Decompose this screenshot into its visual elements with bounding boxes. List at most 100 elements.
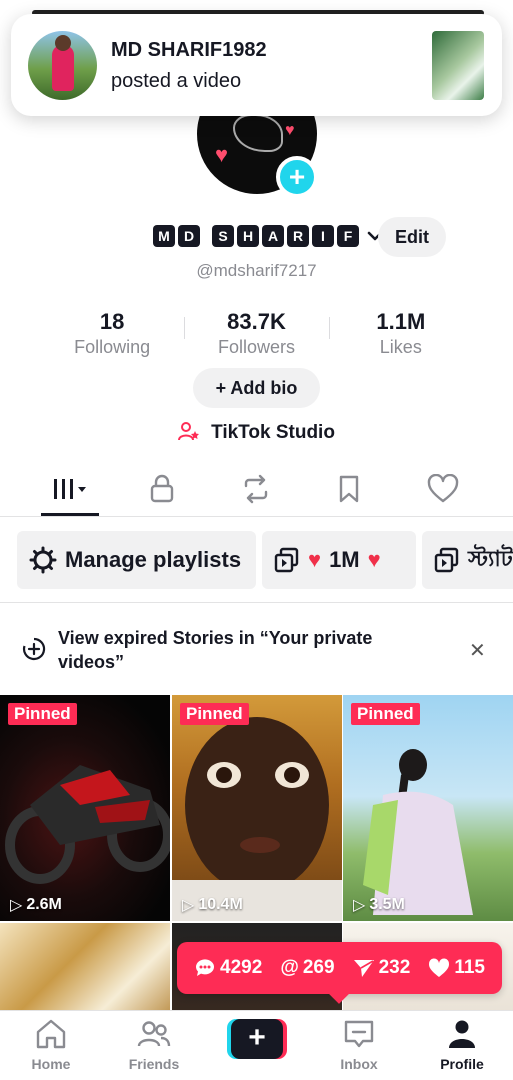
pinned-badge: Pinned <box>180 703 249 725</box>
nav-profile-label: Profile <box>440 1056 484 1072</box>
close-icon[interactable]: ✕ <box>469 638 486 663</box>
comment-icon <box>196 959 215 976</box>
stories-plus-icon <box>22 637 46 661</box>
shares-activity: 232 <box>353 957 410 979</box>
gear-icon <box>29 546 57 574</box>
face-thumbnail-art <box>172 717 342 921</box>
red-heart-icon: ♥ <box>308 547 322 572</box>
manage-playlists-button[interactable]: Manage playlists <box>17 531 256 589</box>
nav-friends-label: Friends <box>128 1056 180 1072</box>
display-name[interactable]: M D S H A R I F <box>153 224 384 248</box>
tab-favorites[interactable] <box>319 471 379 507</box>
tiktok-studio-link[interactable]: TikTok Studio <box>0 421 513 444</box>
notification-author-name: MD SHARIF1982 <box>111 39 267 61</box>
expired-stories-banner[interactable]: View expired Stories in “Your private vi… <box>0 612 513 688</box>
following-stat[interactable]: 18 Following <box>40 309 184 359</box>
notification-video-thumbnail <box>432 31 484 100</box>
add-avatar-button[interactable]: + <box>276 156 318 198</box>
tab-videos[interactable] <box>40 471 100 516</box>
video-thumbnail[interactable] <box>0 923 170 1023</box>
display-name-char: A <box>262 225 284 247</box>
playlist-icon <box>434 547 459 573</box>
nav-inbox[interactable]: Inbox <box>319 1019 399 1072</box>
video-thumbnail[interactable]: Pinned ▷ 2.6M <box>0 695 170 921</box>
profile-content-tabs <box>0 465 513 517</box>
profile-stats: 18 Following 83.7K Followers 1.1M Likes <box>40 309 473 359</box>
playlist-chip[interactable]: ♥ 1M ♥ <box>262 531 416 589</box>
likes-activity: 115 <box>428 957 485 979</box>
tab-reposts[interactable] <box>226 471 286 507</box>
playlists-row: Manage playlists ♥ 1M ♥ স্ট্যাট <box>0 531 513 589</box>
username-handle: @mdsharif7217 <box>196 261 317 280</box>
nav-profile[interactable]: Profile <box>422 1019 502 1072</box>
friends-icon <box>137 1021 171 1047</box>
view-count: ▷ 3.5M <box>353 895 405 915</box>
inbox-icon <box>344 1020 374 1048</box>
play-icon: ▷ <box>353 897 366 914</box>
heart-icon <box>429 958 450 977</box>
girl-thumbnail-art <box>363 749 473 915</box>
mentions-count: 269 <box>302 957 335 978</box>
heart-outline-icon <box>427 474 459 503</box>
add-bio-button[interactable]: + Add bio <box>193 368 320 408</box>
nav-home[interactable]: Home <box>11 1019 91 1072</box>
motorcycle-thumbnail-art <box>5 765 170 884</box>
followers-stat[interactable]: 83.7K Followers <box>184 309 328 359</box>
profile-icon <box>449 1020 475 1048</box>
display-name-char: D <box>178 225 200 247</box>
notification-avatar <box>28 31 97 100</box>
edit-profile-button[interactable]: Edit <box>378 217 446 257</box>
bottom-navigation: Home Friends + Inbox Profile <box>0 1010 513 1080</box>
play-icon: ▷ <box>182 897 195 914</box>
send-icon <box>353 960 374 977</box>
comments-count: 4292 <box>220 957 263 978</box>
stories-banner-text: View expired Stories in “Your private vi… <box>58 628 373 672</box>
display-name-char: R <box>287 225 309 247</box>
display-name-char: M <box>153 225 175 247</box>
nav-friends[interactable]: Friends <box>114 1019 194 1072</box>
view-count: ▷ 2.6M <box>10 895 62 915</box>
nav-home-label: Home <box>31 1056 71 1072</box>
tab-liked[interactable] <box>413 471 473 507</box>
followers-label: Followers <box>217 337 295 357</box>
likes-stat[interactable]: 1.1M Likes <box>328 309 473 359</box>
likes-label: Likes <box>379 337 422 357</box>
playlist-chip[interactable]: স্ট্যাট <box>422 531 513 589</box>
activity-summary-toast[interactable]: 4292 @ 269 232 115 <box>177 942 502 994</box>
repost-icon <box>244 474 268 504</box>
red-heart-icon: ♥ <box>367 547 381 572</box>
plus-icon: + <box>231 1019 283 1059</box>
notification-message: posted a video <box>111 70 242 92</box>
view-count-value: 3.5M <box>369 896 405 913</box>
pinned-badge: Pinned <box>351 703 420 725</box>
studio-person-star-icon <box>178 422 205 442</box>
divider <box>0 602 513 603</box>
playlist-icon <box>274 547 299 573</box>
nav-inbox-label: Inbox <box>340 1056 378 1072</box>
view-count-value: 2.6M <box>26 896 62 913</box>
video-thumbnail[interactable]: Pinned ▷ 3.5M <box>343 695 513 921</box>
play-icon: ▷ <box>10 897 23 914</box>
home-icon <box>36 1019 66 1049</box>
display-name-char: S <box>212 225 234 247</box>
display-name-char: F <box>337 225 359 247</box>
manage-playlists-label: Manage playlists <box>65 547 242 572</box>
following-label: Following <box>74 337 151 357</box>
at-sign-icon: @ <box>280 957 299 978</box>
likes-count: 1.1M <box>376 309 426 334</box>
display-name-char: I <box>312 225 334 247</box>
pinned-badge: Pinned <box>8 703 77 725</box>
likes-activity-count: 115 <box>454 957 485 978</box>
studio-label: TikTok Studio <box>211 422 335 443</box>
comments-activity: 4292 <box>194 957 262 979</box>
video-thumbnail[interactable]: Pinned ▷ 10.4M <box>172 695 342 921</box>
mentions-activity: @ 269 <box>280 957 334 979</box>
create-video-button[interactable]: + <box>227 1019 287 1059</box>
playlist-label: স্ট্যাট <box>468 546 513 572</box>
new-video-notification[interactable]: MD SHARIF1982 posted a video <box>11 14 502 116</box>
tab-private[interactable] <box>132 471 192 507</box>
view-count: ▷ 10.4M <box>182 895 243 915</box>
display-name-char: H <box>237 225 259 247</box>
view-count-value: 10.4M <box>198 896 243 913</box>
bookmark-icon <box>339 475 359 503</box>
